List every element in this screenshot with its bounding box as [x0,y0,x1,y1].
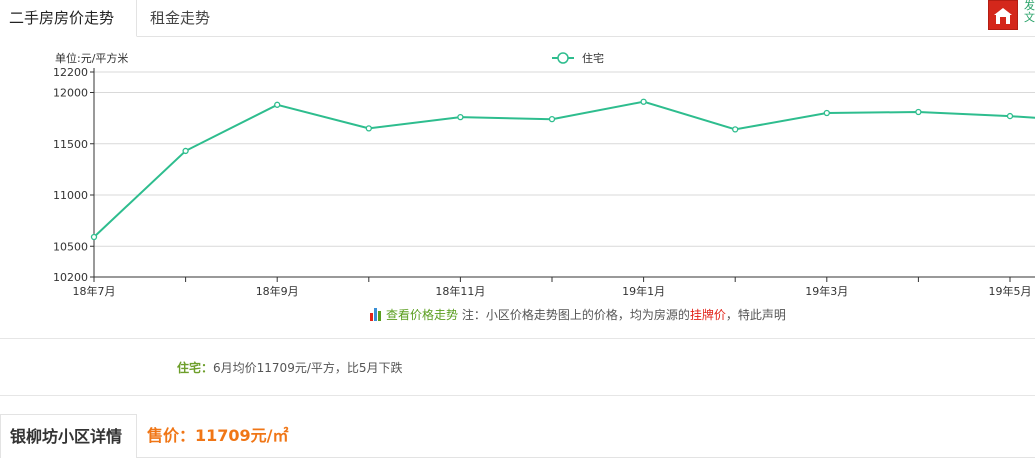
summary-text: 6月均价11709元/平方，比5月下跌 [213,361,403,375]
chart-note: 查看价格走势 注：小区价格走势图上的价格，均为房源的挂牌价，特此声明 [370,306,786,323]
y-tick-label: 12000 [53,87,88,100]
data-point[interactable] [640,98,647,105]
x-tick-label: 19年1月 [622,284,665,298]
summary-label: 住宅： [177,361,214,375]
house-logo-icon[interactable] [988,0,1018,30]
data-point[interactable] [548,116,556,123]
data-point[interactable] [915,108,922,116]
divider [0,338,1035,339]
tab-rent-trend[interactable]: 租金走势 [150,0,210,37]
data-point[interactable] [823,109,830,117]
price-trend-chart: 单位:元/平方米 住宅 10200 10500 11000 11500 12000 12200… [0,40,1035,300]
data-point[interactable] [90,233,98,241]
x-tick-label: 18年7月 [73,284,116,298]
price-summary: 住宅：6月均价11709元/平方，比5月下跌 [177,359,403,376]
bar-chart-icon [370,308,383,321]
data-point[interactable] [732,126,739,133]
divider [0,395,1035,396]
data-point[interactable] [274,101,281,108]
legend-marker [557,52,569,64]
x-tick-label: 18年11月 [435,284,485,298]
sale-price: 售价：11709元/㎡ [147,426,289,445]
data-point[interactable] [365,125,372,132]
note-suffix: ，特此声明 [725,308,786,322]
y-tick-label: 11000 [53,189,88,202]
y-tick-label: 10200 [53,271,88,284]
x-tick-label: 19年3月 [805,284,848,298]
y-tick-label: 11500 [53,138,88,151]
data-point[interactable] [1006,112,1014,120]
y-tick-label: 12200 [53,66,88,79]
tab-resale-price-trend[interactable]: 二手房房价走势 [0,0,137,37]
trend-tabs: 二手房房价走势 租金走势 [0,0,1035,37]
y-tick-label: 10500 [53,240,88,253]
y-unit-label: 单位:元/平方米 [55,51,128,65]
community-detail-tab[interactable]: 银柳坊小区详情 [0,414,137,458]
legend-label: 住宅 [582,51,604,65]
x-tick-label: 18年9月 [256,284,299,298]
side-mark-text: 发文 [1024,0,1035,24]
series-line-residential [93,100,1035,238]
data-point[interactable] [457,113,464,121]
note-prefix: 注：小区价格走势图上的价格，均为房源的 [461,308,690,322]
view-price-trend-link[interactable]: 查看价格走势 [386,308,458,322]
data-point[interactable] [182,147,189,155]
x-tick-label: 19年5月 [989,284,1032,298]
chart-svg: 单位:元/平方米 住宅 10200 10500 11000 11500 12000 12200… [53,51,1035,298]
note-highlight: 挂牌价 [689,308,726,322]
